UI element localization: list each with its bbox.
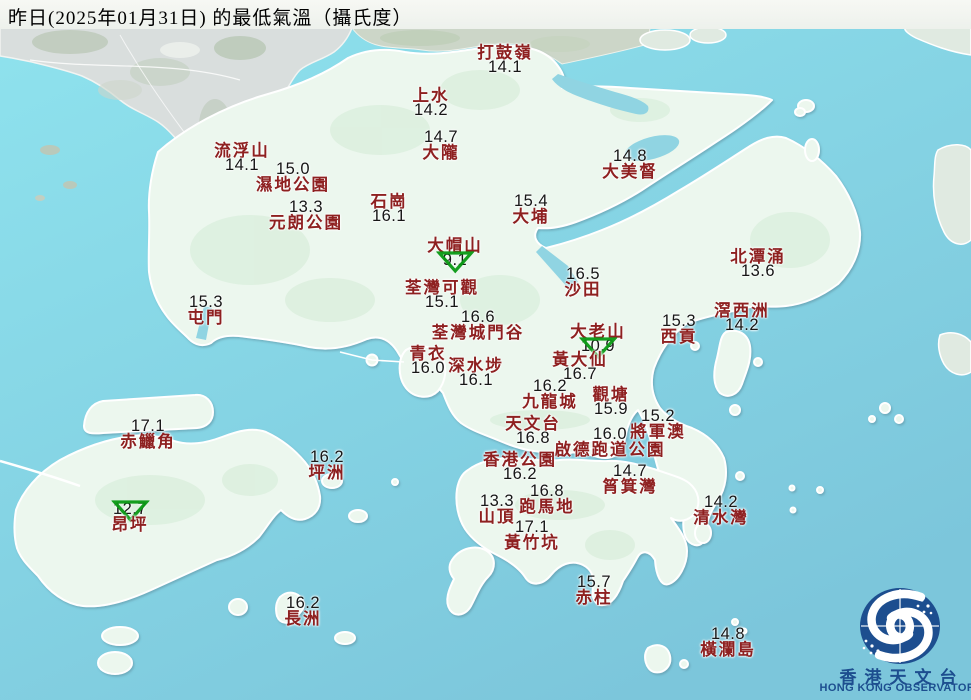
station-label: 16.0 啟德跑道公園 [554,426,666,459]
station-name: 赤柱 [575,588,613,607]
weather-map-screen: 昨日(2025年01月31日) 的最低氣溫（攝氏度） 打鼓嶺 14.1 上水 14.2… [0,0,971,700]
station-labels-layer: 打鼓嶺 14.1 上水 14.2 14.7 大隴 流浮山 14.1 15.0 濕地公園 13.3 元朗… [0,0,971,700]
station-value: 14.1 [487,58,523,76]
station-label: 17.1 黃竹坑 [504,519,560,552]
station-label: 14.8 大美督 [602,148,658,181]
station-name: 濕地公園 [256,175,330,194]
station-value: 9.1 [427,251,483,274]
station-name: 赤鱲角 [120,432,176,451]
station-label: 13.3 元朗公園 [269,199,343,232]
station-value: 16.0 [410,359,446,377]
station-name: 清水灣 [693,508,749,527]
station-label: 15.3 屯門 [187,294,225,327]
station-label: 滘西洲 14.2 [714,302,770,334]
station-name: 屯門 [187,308,225,327]
station-label: 上水 14.2 [413,87,450,119]
station-name: 坪洲 [308,463,346,482]
station-label: 青衣 16.0 [410,345,447,377]
station-name: 大埔 [512,207,550,226]
station-name: 西貢 [660,327,698,346]
station-name: 荃灣城門谷 [431,323,525,342]
station-label: 15.7 赤柱 [575,574,613,607]
station-label: 15.0 濕地公園 [256,161,330,194]
station-name: 元朗公園 [269,213,343,232]
station-label: 天文台 16.8 [505,415,561,447]
station-label: 15.4 大埔 [512,193,550,226]
station-label: 14.2 清水灣 [693,494,749,527]
station-name: 沙田 [564,280,602,299]
station-value: 16.2 [502,465,538,483]
station-label: 15.3 西貢 [660,313,698,346]
station-label: 打鼓嶺 14.1 [477,44,533,76]
station-label: 14.8 橫瀾島 [700,626,756,659]
station-name: 啟德跑道公園 [554,440,666,459]
station-label: 16.8 跑馬地 [519,483,575,516]
station-label: 16.2 長洲 [284,595,322,628]
station-label: 14.7 大隴 [422,129,460,162]
station-label: 16.6 荃灣城門谷 [431,309,525,342]
station-value: 15.9 [593,400,629,418]
station-name: 跑馬地 [519,497,575,516]
station-label: 荃灣可觀 15.1 [405,279,479,310]
station-label: 14.7 筲箕灣 [602,463,658,496]
hko-logo-english: HONG KONG OBSERVATORY [819,682,971,694]
station-name: 昂坪 [111,515,149,534]
station-label: 北潭涌 13.6 [730,248,786,280]
station-label: 16.5 沙田 [564,266,602,299]
station-label: 深水埗 16.1 [448,357,504,389]
station-label: 16.2 九龍城 [522,378,578,411]
station-value: 14.2 [724,316,760,334]
station-name: 九龍城 [522,392,578,411]
station-label: 16.2 坪洲 [308,449,346,482]
station-value: 13.6 [740,262,776,280]
station-name: 橫瀾島 [700,640,756,659]
title-bar: 昨日(2025年01月31日) 的最低氣溫（攝氏度） [0,0,971,29]
station-value: 16.1 [371,207,407,225]
station-name: 長洲 [284,609,322,628]
station-label: 觀塘 15.9 [593,386,630,418]
station-label: 12.7 昂坪 [111,500,149,534]
station-name: 大美督 [602,162,658,181]
station-label: 17.1 赤鱲角 [120,418,176,451]
station-label: 香港公園 16.2 [483,451,557,483]
station-name: 大隴 [422,143,460,162]
station-value: 14.2 [413,101,449,119]
map-title: 昨日(2025年01月31日) 的最低氣溫（攝氏度） [8,8,413,29]
station-label: 大帽山 9.1 [427,237,483,274]
station-value: 16.8 [515,429,551,447]
station-name: 筲箕灣 [602,477,658,496]
station-name: 黃竹坑 [504,533,560,552]
min-temp-marker-icon [436,251,474,274]
station-label: 石崗 16.1 [371,193,408,225]
station-value: 16.1 [458,371,494,389]
